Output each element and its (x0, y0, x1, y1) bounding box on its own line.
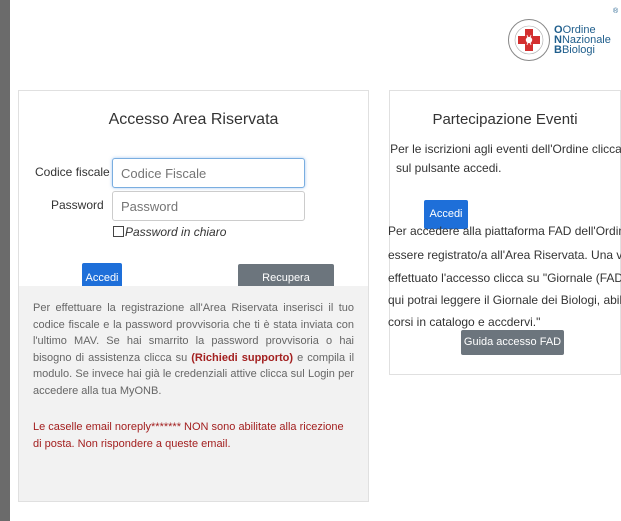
onb-seal-icon (508, 19, 550, 61)
registration-info-text: Per effettuare la registrazione all'Area… (33, 300, 354, 399)
codice-fiscale-input[interactable] (112, 158, 305, 188)
fad-text-line2: essere registrato/a all'Area Riservata. … (388, 248, 621, 262)
left-edge-bar (0, 0, 10, 521)
support-request-link[interactable]: (Richiedi supporto) (191, 352, 293, 364)
events-card: Partecipazione Eventi Per le iscrizioni … (388, 90, 621, 375)
fad-guide-button[interactable]: Guida accesso FAD (461, 330, 564, 355)
login-title: Accesso Area Riservata (108, 111, 279, 128)
events-intro-line2: sul pulsante accedi. (396, 161, 502, 175)
logo-wordmark: OOrdine NNazionale BBiologi (554, 24, 611, 56)
fad-text-line1: Per accedere alla piattaforma FAD dell'O… (388, 224, 621, 238)
fad-text-line4: qui potrai leggere il Giornale dei Biolo… (388, 293, 621, 307)
codice-fiscale-label: Codice fiscale (35, 165, 110, 179)
logo-line-biologi: Biologi (561, 44, 595, 56)
onb-logo: OOrdine NNazionale BBiologi ® (507, 6, 621, 76)
password-input[interactable] (112, 191, 305, 221)
registered-mark: ® (613, 8, 619, 15)
noreply-warning: Le caselle email noreply******* NON sono… (33, 421, 344, 450)
show-password-label: Password in chiaro (125, 225, 227, 239)
show-password-row: Password in chiaro (113, 225, 226, 239)
login-card: Accesso Area Riservata Codice fiscale Pa… (18, 90, 369, 502)
show-password-checkbox[interactable] (113, 226, 124, 237)
events-title: Partecipazione Eventi (432, 111, 578, 128)
registration-info-box: Per effettuare la registrazione all'Area… (19, 286, 368, 501)
fad-text-line3: effettuato l'accesso clicca su "Giornale… (388, 271, 621, 285)
password-label: Password (51, 198, 104, 212)
events-intro-line1: Per le iscrizioni agli eventi dell'Ordin… (390, 142, 621, 156)
